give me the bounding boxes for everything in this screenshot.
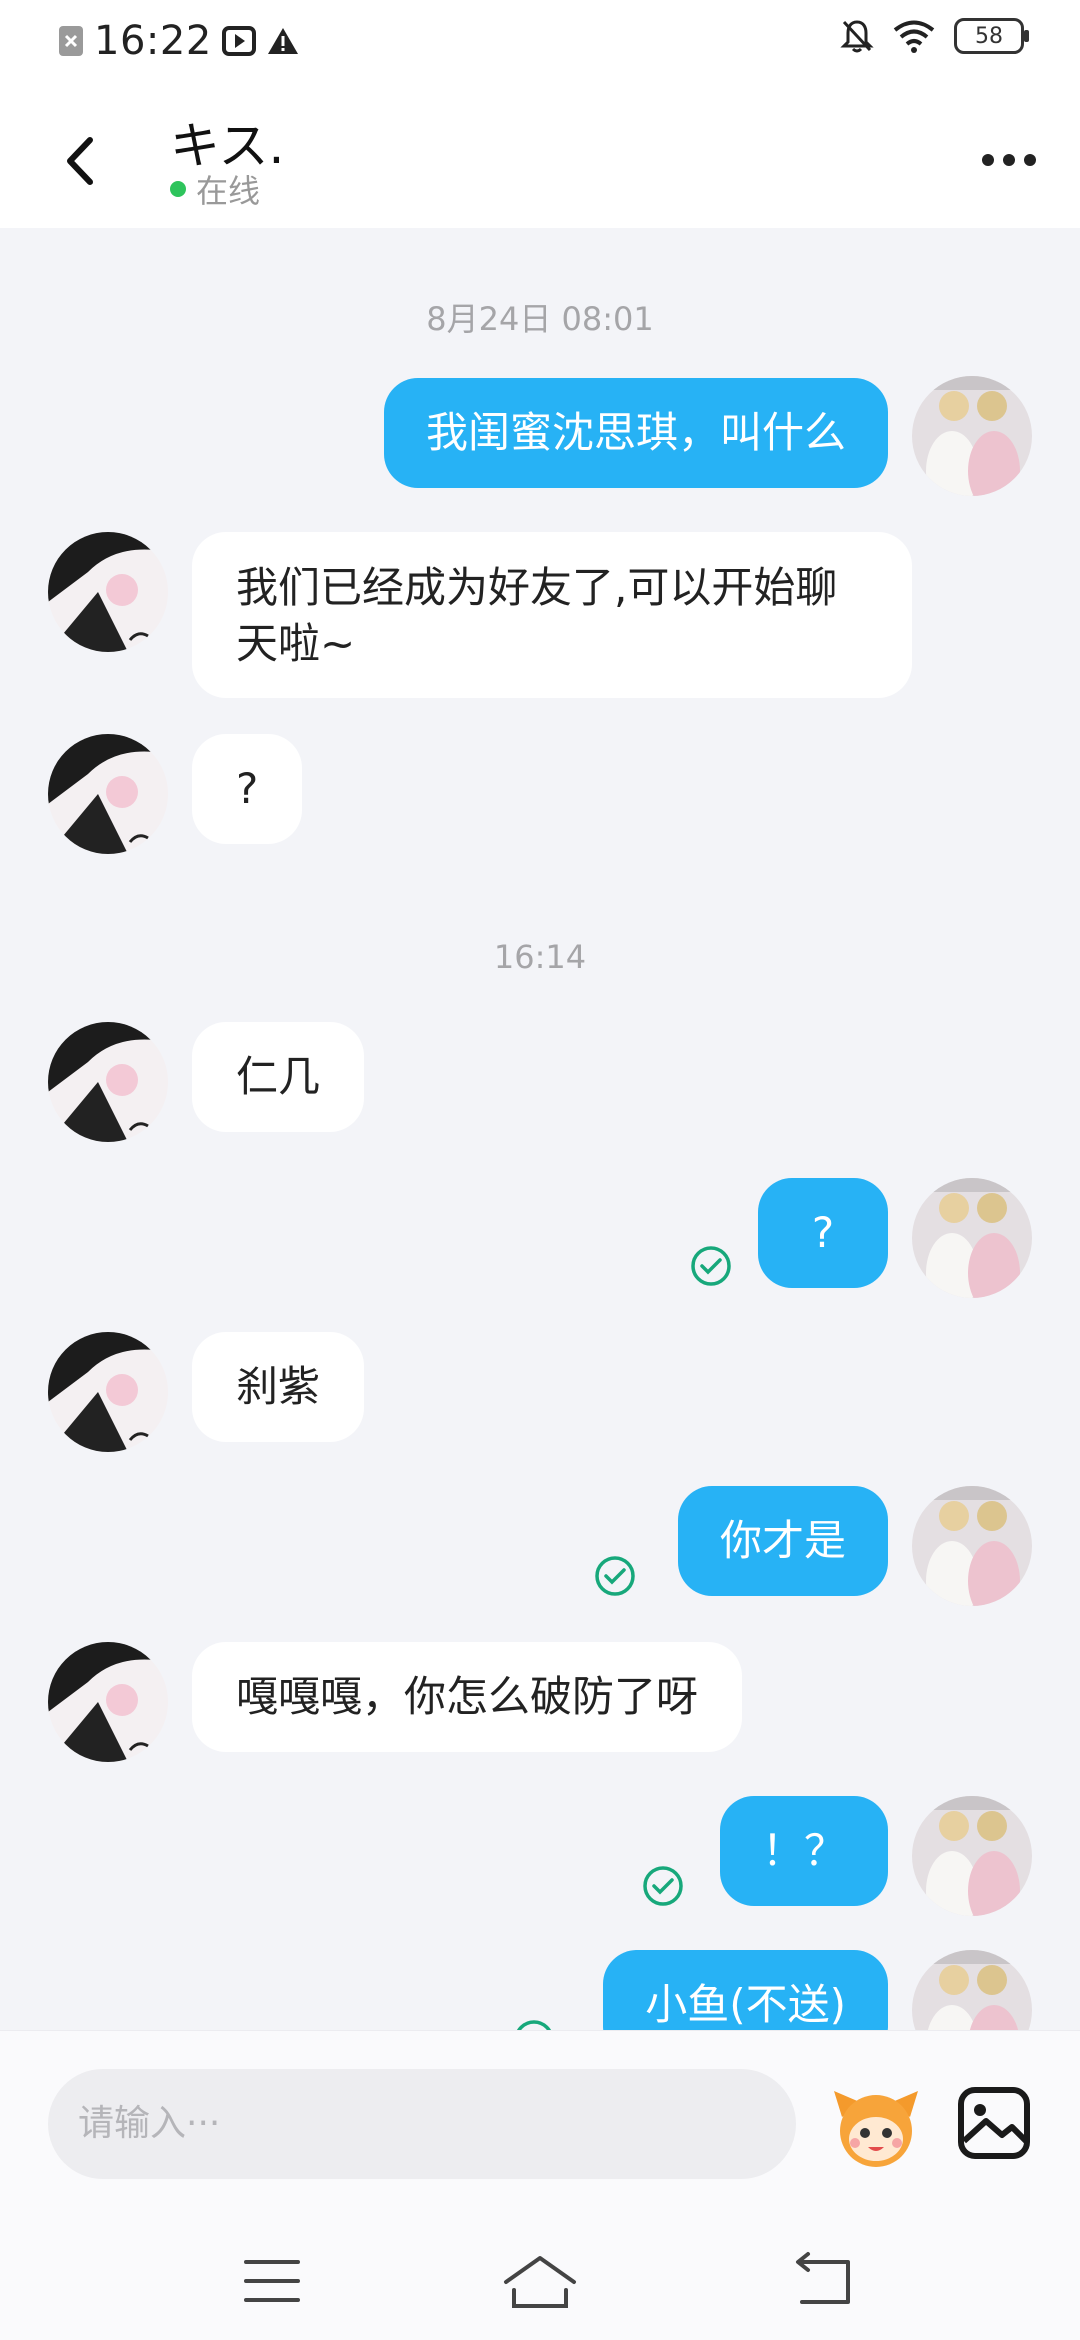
message-bubble-received[interactable]: 刹紫: [192, 1332, 365, 1442]
status-bar: 16:22 58: [0, 0, 1080, 86]
contact-avatar[interactable]: [48, 734, 168, 854]
message-list[interactable]: 8月24日 08:01 我闺蜜沈思琪，叫什么 我们已经成为好友了,可以开始聊天啦…: [0, 228, 1080, 2030]
message-bubble-sent[interactable]: 我闺蜜沈思琪，叫什么: [383, 378, 888, 488]
message-bubble-sent[interactable]: 你才是: [677, 1486, 888, 1596]
chat-header: キス. 在线: [0, 86, 1080, 228]
message-input[interactable]: 请输入···: [48, 2069, 796, 2179]
back-arrow-icon[interactable]: [54, 126, 114, 196]
my-avatar[interactable]: [912, 376, 1032, 496]
contact-avatar[interactable]: [48, 532, 168, 652]
online-dot: [170, 181, 186, 197]
message-bubble-sent[interactable]: ！？: [719, 1796, 888, 1906]
my-avatar[interactable]: [912, 1486, 1032, 1606]
contact-avatar[interactable]: [48, 1022, 168, 1142]
message-bubble-received[interactable]: 仁几: [192, 1022, 365, 1132]
more-icon[interactable]: [974, 130, 1044, 190]
online-status: 在线: [170, 166, 260, 212]
read-check-icon: [691, 1246, 731, 1286]
my-avatar[interactable]: [912, 1796, 1032, 1916]
input-placeholder: 请输入···: [78, 2103, 221, 2144]
my-avatar[interactable]: [912, 1950, 1032, 2030]
wifi-icon: [893, 20, 935, 53]
contact-avatar[interactable]: [48, 1642, 168, 1762]
message-bubble-received[interactable]: ?: [192, 734, 303, 844]
clock: 16:22: [94, 18, 212, 64]
input-bar: 请输入···: [0, 2030, 1080, 2219]
media-play-icon: [221, 26, 256, 56]
message-bubble-sent[interactable]: ?: [758, 1178, 888, 1288]
message-bubble-received[interactable]: 嘎嘎嘎，你怎么破防了呀: [192, 1642, 743, 1752]
timestamp: 16:14: [493, 938, 587, 976]
my-avatar[interactable]: [912, 1178, 1032, 1298]
read-check-icon: [595, 1556, 635, 1596]
read-check-icon: [643, 1866, 683, 1906]
message-bubble-sent[interactable]: 小鱼(不送): [603, 1950, 888, 2030]
return-icon[interactable]: [772, 2246, 872, 2316]
system-nav-bar: [0, 2218, 1080, 2340]
menu-icon[interactable]: [222, 2246, 322, 2316]
timestamp: 8月24日 08:01: [426, 300, 654, 338]
read-check-icon: [516, 2020, 552, 2030]
battery-level: 58: [975, 23, 1003, 49]
contact-avatar[interactable]: [48, 1332, 168, 1452]
warning-icon: [267, 28, 298, 54]
message-bubble-received[interactable]: 我们已经成为好友了,可以开始聊天啦~: [192, 532, 912, 698]
emoji-mascot-icon[interactable]: [828, 2077, 924, 2173]
notification-close-icon: [59, 26, 83, 56]
battery-indicator: 58: [954, 18, 1029, 54]
online-status-text: 在线: [196, 172, 261, 210]
home-icon[interactable]: [490, 2246, 590, 2316]
mute-bell-icon: [840, 20, 874, 53]
image-icon[interactable]: [956, 2085, 1032, 2161]
